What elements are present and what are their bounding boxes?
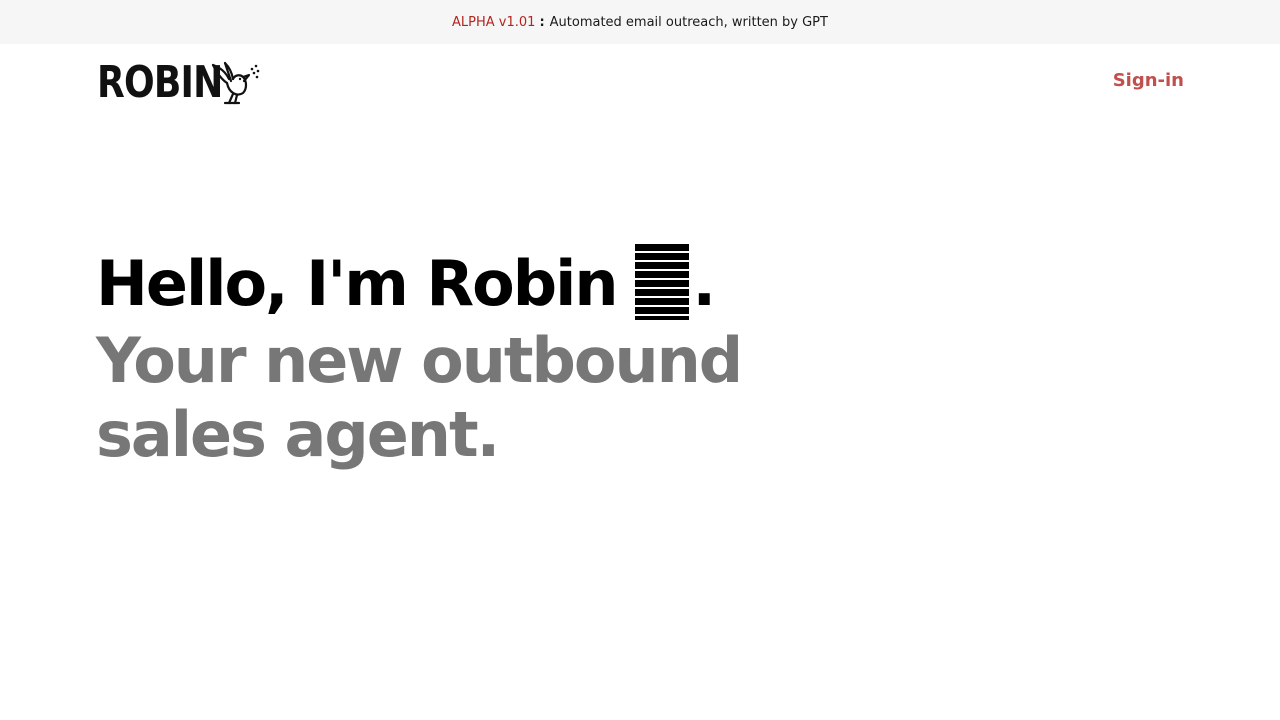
hero-subheadline: Your new outbound sales agent.	[96, 324, 743, 471]
logo[interactable]: ROBIN	[97, 58, 261, 108]
striped-cursor-icon	[634, 244, 689, 320]
hero-headline-period: .	[692, 247, 717, 320]
logo-wordmark: ROBIN	[97, 57, 223, 108]
hero-headline: Hello, I'm Robin .	[96, 244, 996, 324]
site-header: ROBIN Sign-in	[0, 44, 1280, 120]
announcement-bar: ALPHA v1.01 : Automated email outreach, …	[0, 0, 1280, 44]
hero-headline-text: Hello, I'm Robin	[96, 247, 619, 320]
signin-link[interactable]: Sign-in	[1113, 70, 1184, 91]
announcement-text: Automated email outreach, written by GPT	[549, 14, 828, 30]
hero-section: Hello, I'm Robin . Your new outbound sal…	[96, 244, 996, 472]
version-badge: ALPHA v1.01	[452, 14, 536, 30]
announcement-separator: :	[539, 14, 545, 30]
